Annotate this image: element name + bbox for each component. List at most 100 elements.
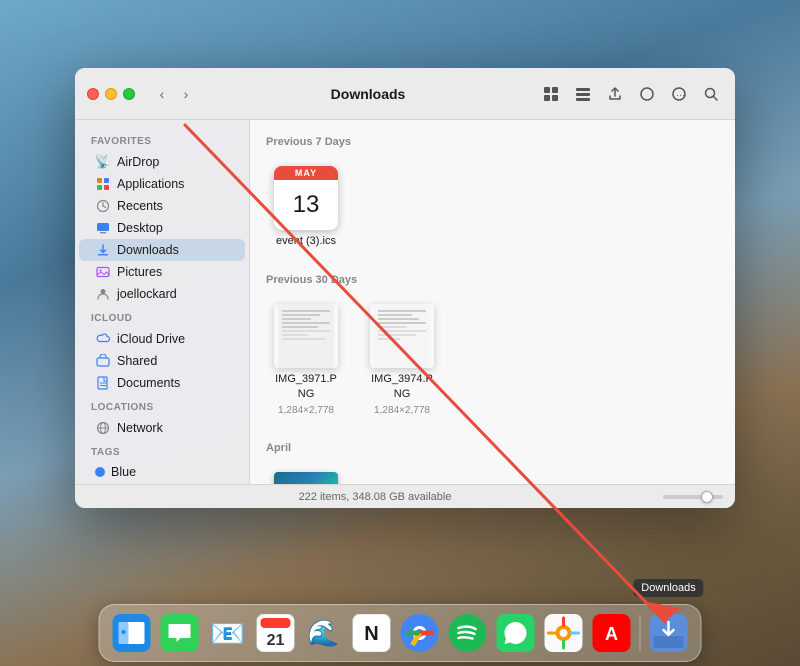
- dock-item-photos[interactable]: [542, 611, 586, 655]
- dock-item-spotify[interactable]: [446, 611, 490, 655]
- april-photo-thumbnail: [274, 472, 338, 484]
- sidebar-item-network[interactable]: Network: [79, 417, 245, 439]
- zoom-slider[interactable]: [663, 495, 723, 499]
- sidebar-item-joellockard[interactable]: joellockard: [79, 283, 245, 305]
- sidebar-item-label: iCloud Drive: [117, 332, 185, 346]
- sidebar-item-label: Blue: [111, 465, 136, 479]
- sidebar: Favorites 📡 AirDrop Applications Recents: [75, 120, 250, 484]
- file-name-img3974: IMG_3974.PNG: [368, 372, 436, 401]
- finder-window: ‹ › Downloads: [75, 68, 735, 508]
- sidebar-item-label: Documents: [117, 376, 180, 390]
- section-label-7days: Previous 7 Days: [266, 136, 719, 148]
- sidebar-item-label: Pictures: [117, 265, 162, 279]
- window-title: Downloads: [205, 86, 531, 102]
- sidebar-item-icloud-drive[interactable]: iCloud Drive: [79, 328, 245, 350]
- maximize-button[interactable]: [123, 88, 135, 100]
- user-icon: [95, 286, 111, 302]
- dock: 📧 21 🌊 N A Downloads: [99, 604, 702, 662]
- traffic-lights: [87, 88, 135, 100]
- nav-buttons: ‹ ›: [151, 83, 197, 105]
- file-item-ics[interactable]: MAY 13 event (3).ics: [266, 160, 346, 254]
- forward-button[interactable]: ›: [175, 83, 197, 105]
- view-grid-icon[interactable]: [539, 82, 563, 106]
- status-text: 222 items, 348.08 GB available: [87, 491, 663, 503]
- sidebar-item-desktop[interactable]: Desktop: [79, 217, 245, 239]
- toolbar-right: ···: [539, 82, 723, 106]
- sidebar-item-label: Applications: [117, 177, 184, 191]
- shared-icon: [95, 353, 111, 369]
- files-grid-april: [266, 466, 719, 484]
- section-label-april: April: [266, 442, 719, 454]
- applications-icon: [95, 176, 111, 192]
- svg-text:A: A: [605, 624, 618, 644]
- sidebar-locations-header: Locations: [75, 394, 249, 417]
- file-item-img3971[interactable]: IMG_3971.PNG 1,284×2,778: [266, 298, 346, 422]
- sidebar-tags-header: Tags: [75, 439, 249, 462]
- documents-icon: [95, 375, 111, 391]
- share-icon[interactable]: [603, 82, 627, 106]
- file-meta-img3971: 1,284×2,778: [278, 405, 334, 416]
- sidebar-item-applications[interactable]: Applications: [79, 173, 245, 195]
- dock-item-whatsapp[interactable]: [494, 611, 538, 655]
- dock-item-chrome[interactable]: [398, 611, 442, 655]
- view-list-icon[interactable]: [571, 82, 595, 106]
- dock-item-mail[interactable]: 📧: [206, 611, 250, 655]
- dock-item-acrobat[interactable]: A: [590, 611, 634, 655]
- sidebar-item-label: Downloads: [117, 243, 179, 257]
- blue-tag-icon: [95, 467, 105, 477]
- dock-separator: [640, 615, 641, 651]
- sidebar-item-documents[interactable]: Documents: [79, 372, 245, 394]
- minimize-button[interactable]: [105, 88, 117, 100]
- dock-item-finder[interactable]: [110, 611, 154, 655]
- img3974-thumbnail: [370, 304, 434, 368]
- file-item-april-photo[interactable]: [266, 466, 346, 484]
- action-icon[interactable]: ···: [667, 82, 691, 106]
- desktop-icon: [95, 220, 111, 236]
- sidebar-item-downloads[interactable]: Downloads: [79, 239, 245, 261]
- slider-thumb: [701, 491, 713, 503]
- sidebar-item-label: AirDrop: [117, 155, 159, 169]
- file-name-img3971: IMG_3971.PNG: [272, 372, 340, 401]
- sidebar-favorites-header: Favorites: [75, 128, 249, 151]
- dock-item-notion[interactable]: N: [350, 611, 394, 655]
- sidebar-item-label: Recents: [117, 199, 163, 213]
- search-icon[interactable]: [699, 82, 723, 106]
- img3971-thumbnail: [274, 304, 338, 368]
- files-grid-7days: MAY 13 event (3).ics: [266, 160, 719, 254]
- svg-text:···: ···: [676, 90, 685, 100]
- calendar-thumbnail: MAY 13: [274, 166, 338, 230]
- svg-text:21: 21: [267, 632, 285, 649]
- sidebar-icloud-header: iCloud: [75, 305, 249, 328]
- downloads-tooltip: Downloads: [633, 579, 703, 597]
- back-button[interactable]: ‹: [151, 83, 173, 105]
- sidebar-item-pictures[interactable]: Pictures: [79, 261, 245, 283]
- recents-icon: [95, 198, 111, 214]
- calendar-day: 13: [274, 180, 338, 230]
- dock-item-downloads-stack[interactable]: Downloads: [647, 611, 691, 655]
- downloads-icon: [95, 242, 111, 258]
- sidebar-item-label: Desktop: [117, 221, 163, 235]
- title-bar: ‹ › Downloads: [75, 68, 735, 120]
- slider-track: [663, 495, 723, 499]
- svg-text:N: N: [364, 623, 378, 645]
- dock-item-calendar[interactable]: 21: [254, 611, 298, 655]
- file-item-img3974[interactable]: IMG_3974.PNG 1,284×2,778: [362, 298, 442, 422]
- file-name-ics: event (3).ics: [276, 234, 336, 248]
- sidebar-item-tag-blue[interactable]: Blue: [79, 462, 245, 482]
- file-meta-img3974: 1,284×2,778: [374, 405, 430, 416]
- content-area: Previous 7 Days MAY 13 event (3).ics Pre…: [250, 120, 735, 484]
- dock-item-arc[interactable]: 🌊: [302, 611, 346, 655]
- sidebar-item-label: Shared: [117, 354, 157, 368]
- calendar-month: MAY: [274, 166, 338, 180]
- status-bar: 222 items, 348.08 GB available: [75, 484, 735, 508]
- sidebar-item-airdrop[interactable]: 📡 AirDrop: [79, 151, 245, 173]
- sidebar-item-shared[interactable]: Shared: [79, 350, 245, 372]
- pictures-icon: [95, 264, 111, 280]
- airdrop-icon: 📡: [95, 154, 111, 170]
- sidebar-item-recents[interactable]: Recents: [79, 195, 245, 217]
- tag-icon[interactable]: [635, 82, 659, 106]
- sidebar-item-label: Network: [117, 421, 163, 435]
- dock-item-messages[interactable]: [158, 611, 202, 655]
- files-grid-30days: IMG_3971.PNG 1,284×2,778: [266, 298, 719, 422]
- close-button[interactable]: [87, 88, 99, 100]
